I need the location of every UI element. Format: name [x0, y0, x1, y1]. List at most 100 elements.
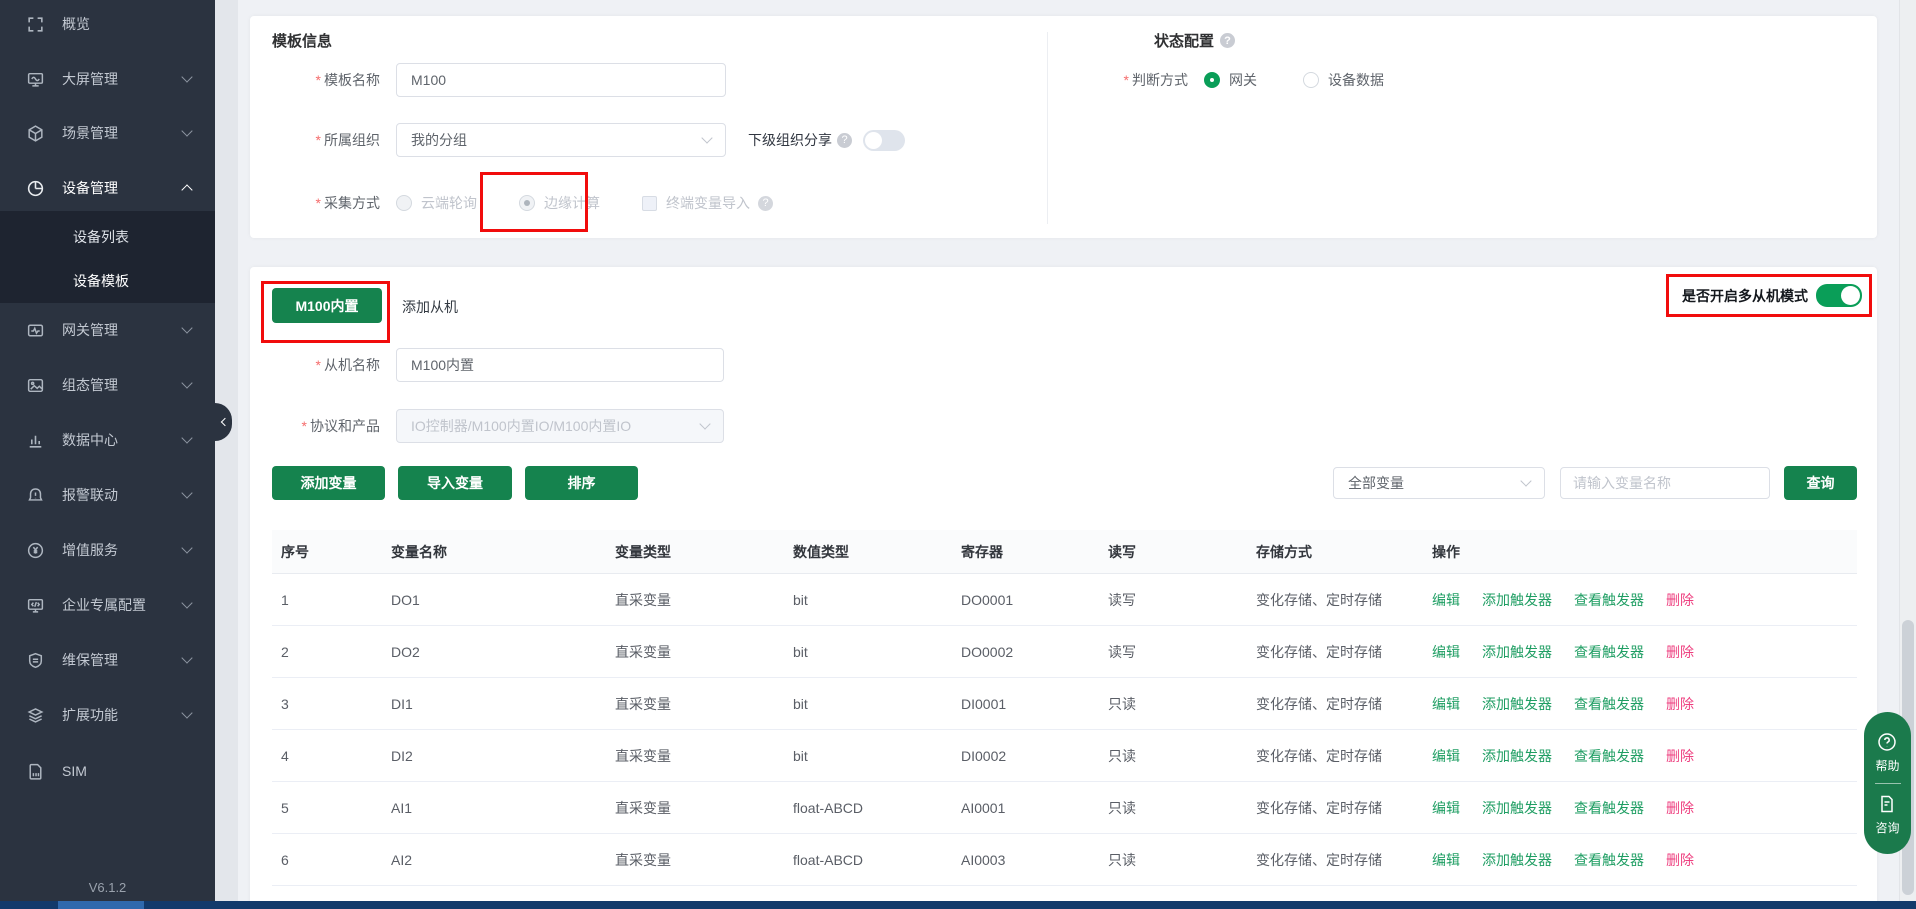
edit-link[interactable]: 编辑	[1432, 798, 1460, 818]
edit-link[interactable]: 编辑	[1432, 642, 1460, 662]
sidebar-item-device-template[interactable]: 设备模板	[0, 261, 215, 301]
chevron-down-icon	[181, 322, 192, 333]
add-trigger-link[interactable]: 添加触发器	[1482, 798, 1552, 818]
sidebar-item-device[interactable]: 设备管理	[0, 168, 215, 208]
view-trigger-link[interactable]: 查看触发器	[1574, 642, 1644, 662]
chevron-down-icon	[701, 132, 712, 143]
template-name-input[interactable]	[396, 63, 726, 97]
device-icon	[26, 179, 45, 198]
delete-link[interactable]: 删除	[1666, 798, 1694, 818]
add-trigger-link[interactable]: 添加触发器	[1482, 642, 1552, 662]
sidebar-item-maintenance[interactable]: 维保管理	[0, 640, 215, 680]
delete-link[interactable]: 删除	[1666, 850, 1694, 870]
view-trigger-link[interactable]: 查看触发器	[1574, 694, 1644, 714]
delete-link[interactable]: 删除	[1666, 590, 1694, 610]
variables-table: 序号 变量名称 变量类型 数值类型 寄存器 读写 存储方式 操作 1 DO1 直…	[272, 530, 1857, 886]
delete-link[interactable]: 删除	[1666, 694, 1694, 714]
horizontal-scrollbar-thumb[interactable]	[58, 901, 144, 909]
view-trigger-link[interactable]: 查看触发器	[1574, 746, 1644, 766]
multi-slave-mode-toggle[interactable]	[1816, 284, 1862, 307]
horizontal-scrollbar	[0, 901, 1916, 909]
field-label: 模板名称	[324, 72, 380, 88]
multi-slave-mode-label: 是否开启多从机模式	[1682, 286, 1808, 306]
add-slave-link[interactable]: 添加从机	[402, 297, 458, 317]
radio-selected-icon	[519, 195, 535, 211]
table-row: 2 DO2 直采变量 bit DO0002 读写 变化存储、定时存储 编辑 添加…	[272, 626, 1857, 678]
consult-button[interactable]: 咨询	[1875, 793, 1899, 836]
delete-link[interactable]: 删除	[1666, 642, 1694, 662]
help-question-icon[interactable]	[837, 133, 852, 148]
sidebar-item-data-center[interactable]: 数据中心	[0, 420, 215, 460]
document-icon	[1876, 793, 1898, 815]
gateway-icon	[26, 321, 45, 340]
chevron-down-icon	[181, 71, 192, 82]
add-trigger-link[interactable]: 添加触发器	[1482, 746, 1552, 766]
add-variable-button[interactable]: 添加变量	[272, 466, 385, 500]
radio-edge-computing: 边缘计算	[519, 193, 600, 213]
extension-icon	[26, 706, 45, 725]
view-trigger-link[interactable]: 查看触发器	[1574, 798, 1644, 818]
sort-button[interactable]: 排序	[525, 466, 638, 500]
radio-icon	[1303, 72, 1319, 88]
radio-device-data[interactable]: 设备数据	[1303, 70, 1384, 90]
floating-support-widget: 帮助 咨询	[1864, 712, 1911, 854]
chevron-down-icon	[1520, 475, 1531, 486]
field-label: 协议和产品	[310, 418, 380, 434]
add-trigger-link[interactable]: 添加触发器	[1482, 694, 1552, 714]
help-question-icon[interactable]	[1220, 33, 1235, 48]
table-row: 1 DO1 直采变量 bit DO0001 读写 变化存储、定时存储 编辑 添加…	[272, 574, 1857, 626]
variable-filter-select[interactable]: 全部变量	[1333, 467, 1545, 499]
radio-gateway[interactable]: 网关	[1204, 70, 1257, 90]
checkbox-icon	[642, 196, 657, 211]
share-toggle[interactable]	[863, 130, 905, 151]
table-row: 6 AI2 直采变量 float-ABCD AI0003 只读 变化存储、定时存…	[272, 834, 1857, 886]
sidebar-item-value-added[interactable]: 增值服务	[0, 530, 215, 570]
slave-name-input[interactable]	[396, 348, 724, 382]
field-label: 从机名称	[324, 357, 380, 373]
template-info-card: 模板信息 *模板名称 *所属组织 我的分组 下级组织分享 *采集方式 云端轮询	[250, 16, 1877, 238]
chevron-left-icon	[221, 418, 229, 426]
query-button[interactable]: 查询	[1784, 466, 1857, 500]
import-variable-button[interactable]: 导入变量	[398, 466, 512, 500]
sidebar-item-big-screen[interactable]: 大屏管理	[0, 59, 215, 99]
sidebar-item-device-list[interactable]: 设备列表	[0, 217, 215, 257]
scada-icon	[26, 376, 45, 395]
app-screen: 概览 大屏管理 场景管理 设备管理 设备列表 设备模板 网关管理	[0, 0, 1916, 909]
alarm-icon	[26, 486, 45, 505]
field-label: 采集方式	[324, 195, 380, 211]
add-trigger-link[interactable]: 添加触发器	[1482, 590, 1552, 610]
view-trigger-link[interactable]: 查看触发器	[1574, 850, 1644, 870]
chevron-down-icon	[181, 597, 192, 608]
chevron-down-icon	[181, 652, 192, 663]
sidebar-item-scene[interactable]: 场景管理	[0, 113, 215, 153]
chevron-down-icon	[181, 542, 192, 553]
add-trigger-link[interactable]: 添加触发器	[1482, 850, 1552, 870]
help-circle-icon	[1876, 731, 1898, 753]
delete-link[interactable]: 删除	[1666, 746, 1694, 766]
slave-tab-button[interactable]: M100内置	[272, 288, 382, 323]
variable-search-input[interactable]	[1560, 467, 1770, 499]
edit-link[interactable]: 编辑	[1432, 694, 1460, 714]
edit-link[interactable]: 编辑	[1432, 746, 1460, 766]
view-trigger-link[interactable]: 查看触发器	[1574, 590, 1644, 610]
sidebar-item-extension[interactable]: 扩展功能	[0, 695, 215, 735]
help-button[interactable]: 帮助	[1875, 731, 1899, 774]
chevron-down-icon	[181, 707, 192, 718]
edit-link[interactable]: 编辑	[1432, 850, 1460, 870]
slave-config-card: M100内置 添加从机 是否开启多从机模式 *从机名称 *协议和产品 IO控制器…	[250, 267, 1877, 909]
sidebar-item-scada[interactable]: 组态管理	[0, 365, 215, 405]
sidebar-item-gateway[interactable]: 网关管理	[0, 310, 215, 350]
edit-link[interactable]: 编辑	[1432, 590, 1460, 610]
sidebar-item-overview[interactable]: 概览	[0, 4, 215, 44]
table-row: 4 DI2 直采变量 bit DI0002 只读 变化存储、定时存储 编辑 添加…	[272, 730, 1857, 782]
sidebar-item-alarm[interactable]: 报警联动	[0, 475, 215, 515]
divider	[1875, 783, 1901, 784]
chevron-down-icon	[181, 125, 192, 136]
sidebar-item-sim[interactable]: SIM	[0, 751, 215, 791]
organization-select[interactable]: 我的分组	[396, 123, 726, 157]
section-divider	[1047, 32, 1048, 224]
sidebar-item-enterprise[interactable]: 企业专属配置	[0, 585, 215, 625]
scene-icon	[26, 124, 45, 143]
sim-icon	[26, 762, 45, 781]
chevron-down-icon	[181, 377, 192, 388]
